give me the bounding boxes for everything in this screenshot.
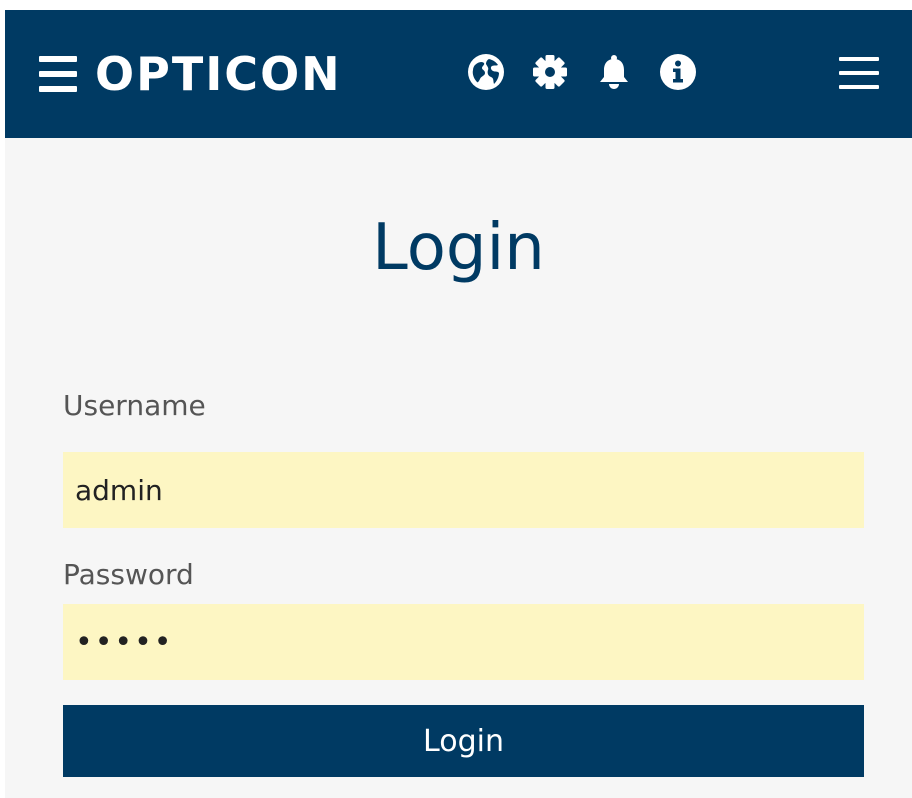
password-field[interactable] — [63, 604, 864, 680]
login-page: OPTICON Login Username admin Password Lo… — [5, 10, 912, 798]
info-icon[interactable] — [659, 53, 697, 91]
brand-logo[interactable]: OPTICON — [39, 44, 342, 104]
menu-icon[interactable] — [839, 57, 879, 89]
password-label: Password — [63, 558, 194, 591]
brand-name: OPTICON — [95, 47, 342, 101]
page-title: Login — [372, 211, 545, 285]
globe-icon[interactable] — [467, 53, 505, 91]
gear-icon[interactable] — [531, 53, 569, 91]
brand-bars-icon — [39, 56, 77, 92]
nav-icon-group — [467, 53, 723, 91]
username-label: Username — [63, 389, 206, 422]
bell-icon[interactable] — [595, 53, 633, 91]
top-navbar: OPTICON — [5, 10, 912, 138]
username-field[interactable] — [63, 452, 864, 528]
login-button[interactable]: Login — [63, 705, 864, 777]
